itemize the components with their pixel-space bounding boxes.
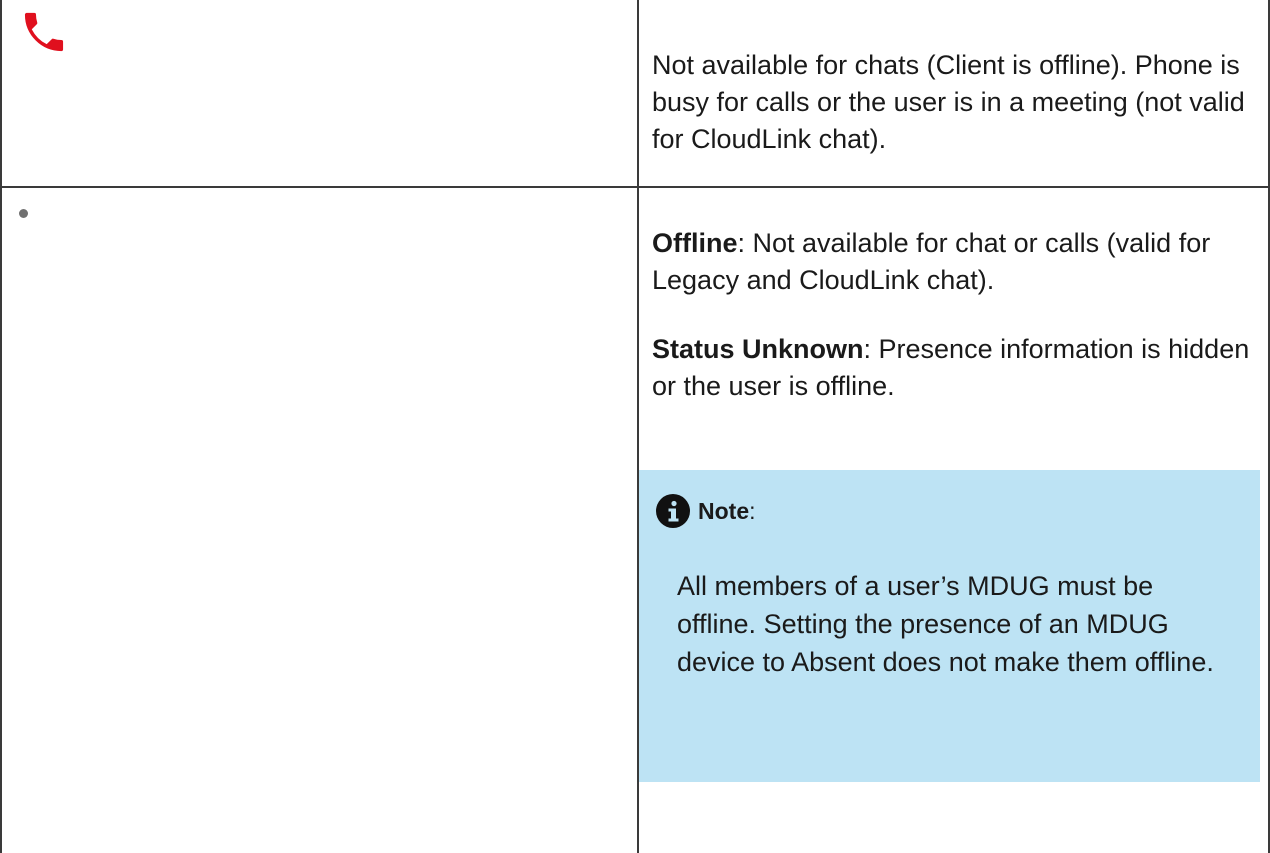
status-description: Not available for chats (Client is offli… xyxy=(652,50,1245,154)
offline-label: Offline xyxy=(652,228,738,258)
note-header: Note: xyxy=(656,493,756,529)
unknown-description: Status Unknown: Presence information is … xyxy=(652,331,1252,405)
grey-dot-icon xyxy=(19,209,28,218)
table-row-divider xyxy=(0,186,1270,188)
note-suffix: : xyxy=(749,498,756,524)
unknown-label: Status Unknown xyxy=(652,334,864,364)
note-label: Note xyxy=(698,498,750,524)
table-border-left xyxy=(0,0,2,853)
offline-description: Offline: Not available for chat or calls… xyxy=(652,225,1252,299)
note-body: All members of a user’s MDUG must be off… xyxy=(677,571,1214,677)
phone-icon xyxy=(24,12,64,52)
info-icon xyxy=(656,494,690,528)
note-title: Note: xyxy=(698,494,756,528)
note-box: Note: All members of a user’s MDUG must … xyxy=(639,470,1260,782)
